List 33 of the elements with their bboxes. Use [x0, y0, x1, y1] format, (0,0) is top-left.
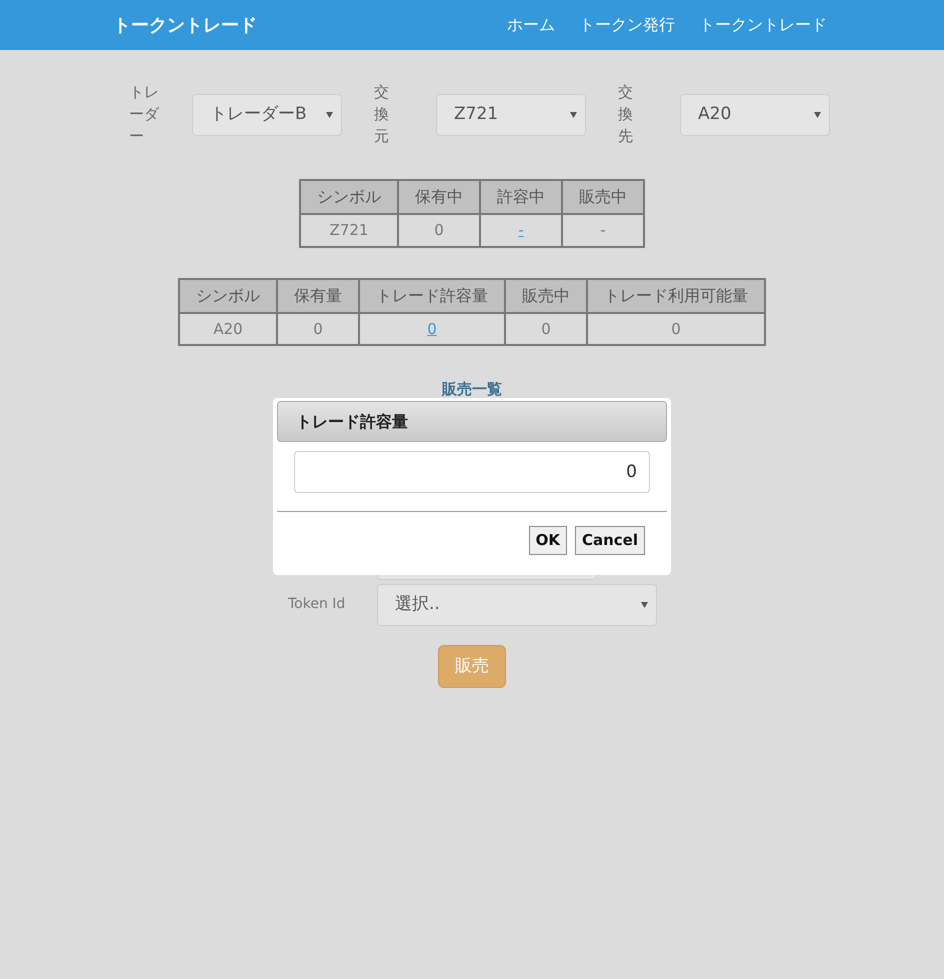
brand-title[interactable]: トークントレード: [113, 12, 257, 38]
column-header: シンボル: [300, 180, 398, 214]
table-cell: Z721: [300, 214, 398, 247]
dropdown[interactable]: トレーダーB: [192, 94, 342, 136]
section-title: 販売一覧: [442, 380, 502, 398]
table-cell: A20: [179, 312, 277, 346]
nav-link[interactable]: トークントレード: [699, 13, 827, 37]
column-header: 販売中: [505, 278, 587, 313]
dialog-button[interactable]: Cancel: [574, 526, 645, 554]
table-cell: 0: [505, 312, 587, 346]
dropdown[interactable]: Z721: [436, 94, 586, 136]
column-header: シンボル: [179, 278, 277, 313]
nav-link[interactable]: トークン発行: [579, 13, 675, 37]
column-header: トレード許容量: [359, 278, 505, 313]
dropdown[interactable]: 選択..: [377, 584, 657, 626]
column-header: 許容中: [480, 180, 562, 214]
table-cell: 0: [587, 312, 765, 346]
nav-link[interactable]: ホーム: [507, 13, 555, 37]
table-cell: 0: [277, 312, 359, 346]
column-header: 保有中: [398, 180, 480, 214]
table-cell: -: [562, 214, 644, 247]
field-label: 交換元: [374, 82, 389, 146]
input-field[interactable]: 0: [294, 451, 650, 493]
field-label: 交換先: [618, 82, 633, 146]
column-header: 保有量: [277, 278, 359, 313]
column-header: 販売中: [562, 180, 644, 214]
dropdown[interactable]: A20: [680, 94, 830, 136]
column-header: トレード利用可能量: [587, 278, 765, 313]
table-cell: 0: [398, 214, 480, 247]
dialog-title: トレード許容量: [277, 401, 667, 442]
dialog-button[interactable]: OK: [528, 526, 567, 554]
field-label: Token Id: [288, 595, 346, 614]
field-label: トレーダー: [129, 82, 160, 146]
